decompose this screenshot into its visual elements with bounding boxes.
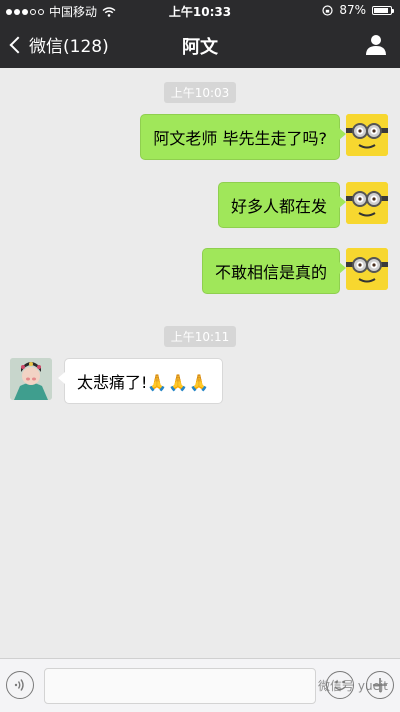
message-input[interactable] bbox=[44, 668, 316, 704]
contact-profile-icon[interactable] bbox=[364, 32, 388, 56]
minion-avatar-icon bbox=[346, 182, 388, 224]
my-avatar[interactable] bbox=[346, 182, 388, 224]
rotation-lock-icon bbox=[322, 4, 333, 16]
timestamp-label: 上午10:03 bbox=[163, 82, 237, 103]
message-bubble-outgoing[interactable]: 不敢相信是真的 bbox=[201, 248, 347, 294]
message-row-outgoing: 阿文老师 毕先生走了吗? bbox=[0, 114, 400, 160]
message-text: 太悲痛了! bbox=[77, 373, 148, 392]
nav-bar: 微信(128) 阿文 bbox=[0, 22, 400, 68]
battery-icon bbox=[372, 5, 394, 15]
my-avatar[interactable] bbox=[346, 114, 388, 156]
minion-avatar-icon bbox=[346, 248, 388, 290]
my-avatar[interactable] bbox=[346, 248, 388, 290]
message-bubble-incoming[interactable]: 太悲痛了!🙏🙏🙏 bbox=[57, 358, 224, 404]
message-row-outgoing: 不敢相信是真的 bbox=[0, 248, 400, 294]
message-row-incoming: 太悲痛了!🙏🙏🙏 bbox=[0, 358, 400, 404]
contact-avatar[interactable] bbox=[10, 358, 52, 400]
chat-area[interactable]: 上午10:03 阿文老师 毕先生走了吗? 好多人都在发 不敢相信是真的 上午10… bbox=[0, 68, 400, 658]
status-right: 87% bbox=[322, 3, 394, 17]
message-bubble-outgoing[interactable]: 阿文老师 毕先生走了吗? bbox=[140, 114, 346, 160]
timestamp: 上午10:03 bbox=[0, 82, 400, 103]
chat-title: 阿文 bbox=[182, 37, 218, 58]
battery-percent: 87% bbox=[339, 3, 366, 17]
timestamp-label: 上午10:11 bbox=[163, 326, 237, 347]
voice-icon bbox=[14, 679, 24, 691]
battery-fill bbox=[374, 7, 388, 13]
message-row-outgoing: 好多人都在发 bbox=[0, 182, 400, 228]
minion-avatar-icon bbox=[346, 114, 388, 156]
watermark: 微信号 yuejt bbox=[318, 679, 388, 693]
message-bubble-outgoing[interactable]: 好多人都在发 bbox=[217, 182, 347, 228]
pray-emoji: 🙏🙏🙏 bbox=[147, 373, 211, 392]
opera-portrait-avatar-icon bbox=[10, 358, 52, 400]
voice-button[interactable] bbox=[6, 671, 34, 699]
input-bar: 微信号 yuejt bbox=[0, 658, 400, 712]
status-bar: 中国移动 上午10:33 87% bbox=[0, 0, 400, 22]
timestamp: 上午10:11 bbox=[0, 326, 400, 347]
